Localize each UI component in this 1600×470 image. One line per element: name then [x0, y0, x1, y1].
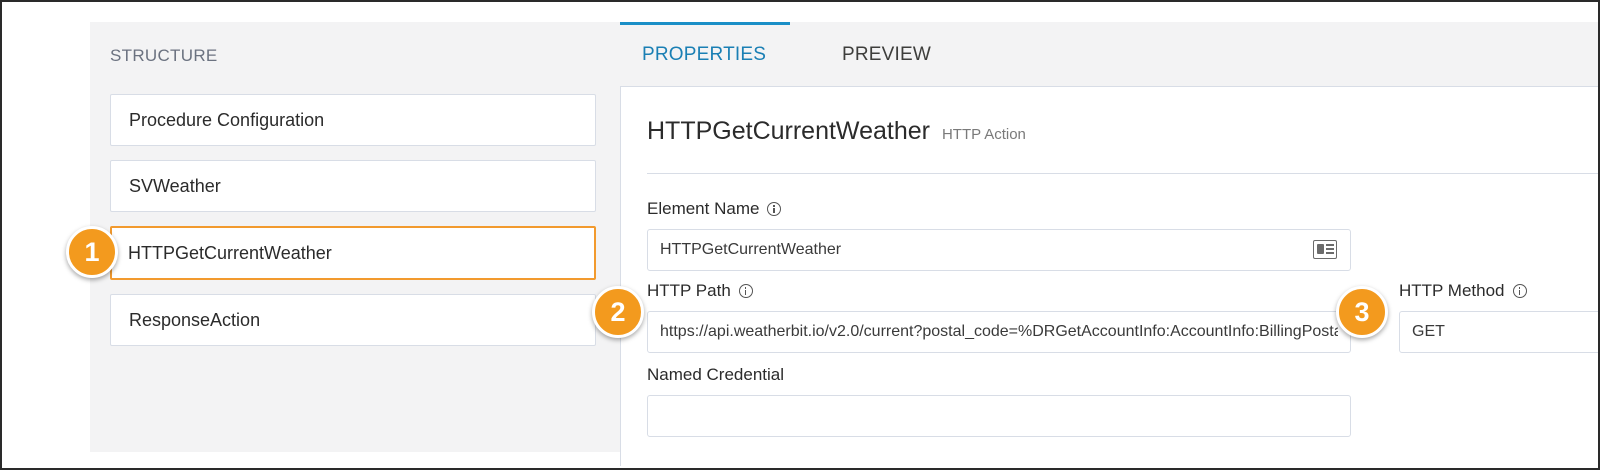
contact-card-icon[interactable] — [1313, 240, 1337, 259]
panel-subtitle: HTTP Action — [941, 126, 1026, 143]
tab-properties[interactable]: PROPERTIES — [642, 44, 766, 66]
callout-badge-1: 1 — [66, 226, 118, 278]
panel-title: HTTPGetCurrentWeather — [647, 117, 930, 145]
http-path-label: HTTP Path — [647, 281, 753, 301]
info-icon[interactable] — [738, 284, 753, 298]
step-svweather[interactable]: SVWeather — [110, 160, 596, 212]
info-icon[interactable] — [767, 202, 782, 216]
info-icon[interactable] — [1512, 284, 1527, 298]
named-credential-label-text: Named Credential — [647, 365, 785, 384]
step-label: SVWeather — [129, 175, 221, 196]
panel-header: HTTPGetCurrentWeather HTTP Action — [647, 117, 1026, 146]
panel-divider — [647, 173, 1598, 174]
named-credential-input[interactable] — [647, 395, 1351, 437]
element-name-input[interactable] — [647, 229, 1351, 271]
step-httpgetcurrentweather[interactable]: HTTPGetCurrentWeather — [110, 226, 596, 280]
screenshot-frame: STRUCTURE Procedure Configuration SVWeat… — [0, 0, 1600, 470]
step-label: Procedure Configuration — [129, 109, 325, 130]
http-method-input[interactable] — [1399, 311, 1598, 353]
step-label: HTTPGetCurrentWeather — [128, 242, 332, 263]
structure-heading: STRUCTURE — [110, 46, 218, 65]
step-procedure-configuration[interactable]: Procedure Configuration — [110, 94, 596, 146]
element-name-label: Element Name — [647, 199, 782, 219]
callout-badge-3: 3 — [1336, 286, 1388, 338]
http-method-label: HTTP Method — [1399, 281, 1527, 301]
step-responseaction[interactable]: ResponseAction — [110, 294, 596, 346]
properties-panel: HTTPGetCurrentWeather HTTP Action Elemen… — [620, 86, 1598, 466]
step-label: ResponseAction — [129, 309, 261, 330]
tab-preview[interactable]: PREVIEW — [842, 44, 931, 66]
http-path-label-text: HTTP Path — [647, 281, 731, 300]
http-path-input[interactable] — [647, 311, 1351, 353]
element-name-label-text: Element Name — [647, 199, 760, 218]
designer-canvas: STRUCTURE Procedure Configuration SVWeat… — [90, 22, 1598, 466]
active-tab-indicator — [620, 22, 790, 25]
http-method-label-text: HTTP Method — [1399, 281, 1505, 300]
callout-badge-2: 2 — [592, 286, 644, 338]
named-credential-label: Named Credential — [647, 365, 784, 385]
